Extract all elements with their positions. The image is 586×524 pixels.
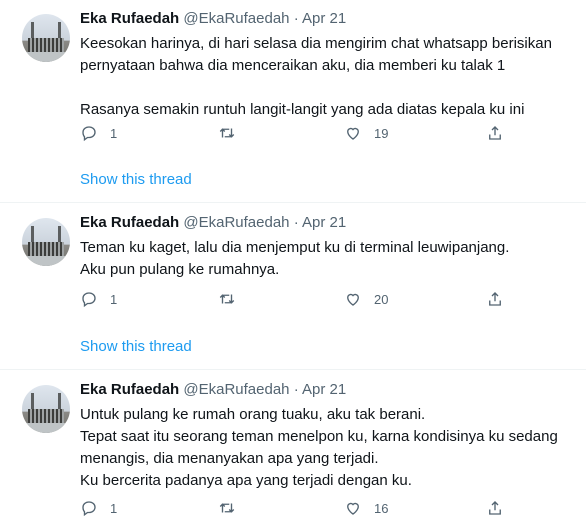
avatar[interactable] bbox=[22, 14, 70, 62]
like-button[interactable]: 16 bbox=[344, 499, 388, 517]
tweet-1[interactable]: Eka Rufaedah @EkaRufaedah · Apr 21 Keeso… bbox=[0, 0, 586, 203]
action-bar: 1 16 bbox=[80, 499, 530, 519]
tweet-date[interactable]: Apr 21 bbox=[302, 381, 346, 398]
heart-icon bbox=[347, 293, 359, 306]
reply-count: 1 bbox=[110, 500, 118, 516]
tweet-line: Tepat saat itu seorang teman menelpon ku… bbox=[80, 428, 558, 445]
reply-icon bbox=[82, 501, 96, 517]
heart-icon bbox=[347, 502, 359, 515]
reply-button[interactable]: 1 bbox=[80, 499, 117, 517]
action-bar: 1 19 bbox=[80, 124, 530, 144]
author-handle[interactable]: @EkaRufaedah bbox=[183, 10, 289, 27]
tweet-line: Rasanya semakin runtuh langit-langit yan… bbox=[80, 101, 525, 118]
tweet-header: Eka Rufaedah @EkaRufaedah · Apr 21 bbox=[80, 10, 346, 28]
retweet-icon bbox=[219, 128, 235, 138]
like-button[interactable]: 20 bbox=[344, 290, 388, 308]
retweet-icon bbox=[219, 294, 235, 304]
tweet-3[interactable]: Eka Rufaedah @EkaRufaedah · Apr 21 Untuk… bbox=[0, 371, 586, 524]
author-name[interactable]: Eka Rufaedah bbox=[80, 10, 179, 27]
tweet-2[interactable]: Eka Rufaedah @EkaRufaedah · Apr 21 Teman… bbox=[0, 204, 586, 370]
share-button[interactable] bbox=[486, 499, 504, 517]
tweet-text: Teman ku kaget, lalu dia menjemput ku di… bbox=[80, 237, 580, 281]
separator-dot: · bbox=[293, 214, 299, 231]
tweet-line: Keesokan harinya, di hari selasa dia men… bbox=[80, 35, 552, 52]
reply-icon bbox=[82, 126, 96, 142]
like-count: 16 bbox=[374, 500, 389, 516]
tweet-header: Eka Rufaedah @EkaRufaedah · Apr 21 bbox=[80, 214, 346, 232]
tweet-line: Teman ku kaget, lalu dia menjemput ku di… bbox=[80, 239, 510, 256]
tweet-text: Keesokan harinya, di hari selasa dia men… bbox=[80, 33, 580, 121]
tweet-line: Ku bercerita padanya apa yang terjadi de… bbox=[80, 472, 412, 489]
tweet-line: Aku pun pulang ke rumahnya. bbox=[80, 261, 280, 278]
tweet-line: pernyataan bahwa dia menceraikan aku, di… bbox=[80, 57, 506, 74]
share-icon bbox=[489, 501, 501, 515]
share-button[interactable] bbox=[486, 290, 504, 308]
reply-icon bbox=[82, 292, 96, 308]
share-icon bbox=[489, 126, 501, 140]
tweet-date[interactable]: Apr 21 bbox=[302, 214, 346, 231]
tweet-text: Untuk pulang ke rumah orang tuaku, aku t… bbox=[80, 404, 580, 492]
retweet-icon bbox=[219, 503, 235, 513]
separator-dot: · bbox=[293, 381, 299, 398]
retweet-button[interactable] bbox=[218, 290, 236, 308]
show-thread-link[interactable]: Show this thread bbox=[80, 171, 192, 188]
retweet-button[interactable] bbox=[218, 499, 236, 517]
action-bar: 1 20 bbox=[80, 290, 530, 310]
share-button[interactable] bbox=[486, 124, 504, 142]
tweet-line: menangis, dia menanyakan apa yang terjad… bbox=[80, 450, 379, 467]
like-button[interactable]: 19 bbox=[344, 124, 388, 142]
reply-count: 1 bbox=[110, 291, 118, 307]
tweet-line: Untuk pulang ke rumah orang tuaku, aku t… bbox=[80, 406, 426, 423]
reply-button[interactable]: 1 bbox=[80, 290, 117, 308]
reply-count: 1 bbox=[110, 125, 118, 141]
heart-icon bbox=[347, 127, 359, 140]
author-name[interactable]: Eka Rufaedah bbox=[80, 214, 179, 231]
tweet-header: Eka Rufaedah @EkaRufaedah · Apr 21 bbox=[80, 381, 346, 399]
separator-dot: · bbox=[293, 10, 299, 27]
author-name[interactable]: Eka Rufaedah bbox=[80, 381, 179, 398]
author-handle[interactable]: @EkaRufaedah bbox=[183, 214, 289, 231]
share-icon bbox=[489, 292, 501, 306]
show-thread-link[interactable]: Show this thread bbox=[80, 338, 192, 355]
tweet-date[interactable]: Apr 21 bbox=[302, 10, 346, 27]
retweet-button[interactable] bbox=[218, 124, 236, 142]
like-count: 20 bbox=[374, 291, 389, 307]
reply-button[interactable]: 1 bbox=[80, 124, 117, 142]
like-count: 19 bbox=[374, 125, 389, 141]
author-handle[interactable]: @EkaRufaedah bbox=[183, 381, 289, 398]
avatar[interactable] bbox=[22, 218, 70, 266]
avatar[interactable] bbox=[22, 385, 70, 433]
